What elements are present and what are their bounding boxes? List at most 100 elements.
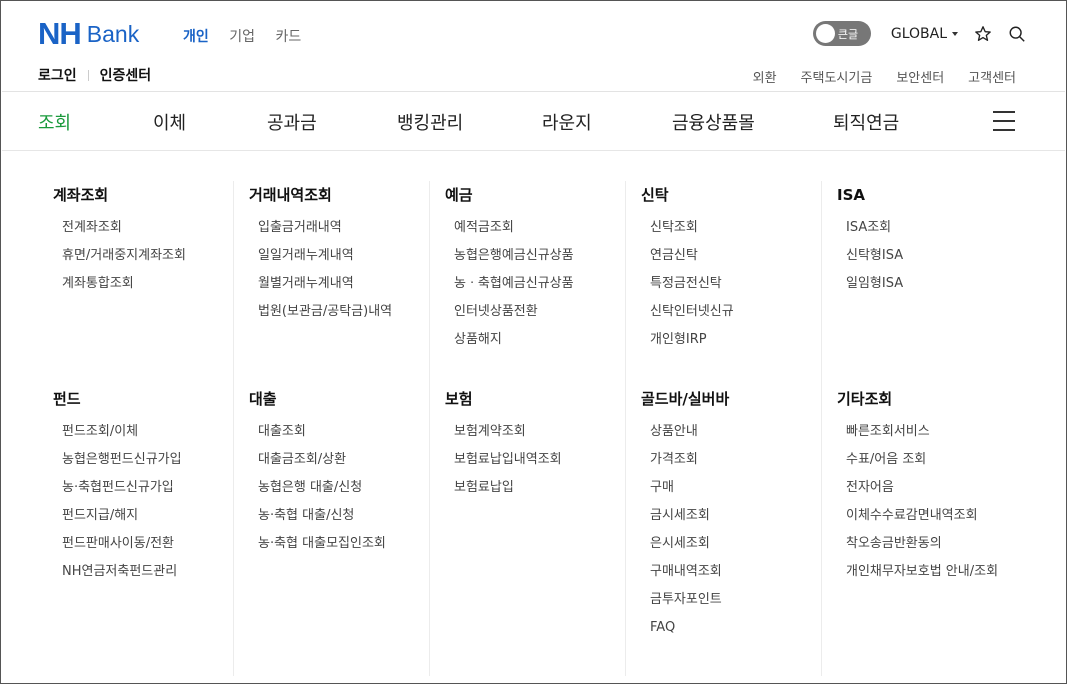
caret-down-icon: [952, 31, 958, 36]
nav-item-retirement-pension[interactable]: 퇴직연금: [833, 109, 899, 135]
menu-item[interactable]: 가격조회: [650, 446, 729, 474]
nav-item-transfer[interactable]: 이체: [153, 109, 186, 135]
menu-group: ISA ISA조회 신탁형ISA 일임형ISA: [837, 186, 903, 298]
large-text-toggle[interactable]: 큰글: [812, 21, 871, 46]
menu-item[interactable]: 계좌통합조회: [62, 270, 186, 298]
menu-item[interactable]: 전계좌조회: [62, 214, 186, 242]
nav-item-utility-bills[interactable]: 공과금: [267, 109, 317, 135]
menu-item[interactable]: 농ㆍ축협예금신규상품: [454, 270, 574, 298]
global-label: GLOBAL: [890, 25, 947, 42]
menu-item[interactable]: 이체수수료감면내역조회: [846, 502, 998, 530]
menu-group-title[interactable]: ISA: [837, 186, 903, 204]
menu-group: 대출대출조회 대출금조회/상환 농협은행 대출/신청 농·축협 대출/신청 농·축협 대…: [249, 390, 386, 558]
menu-list: ISA조회 신탁형ISA 일임형ISA: [846, 214, 903, 298]
menu-list: 예적금조회 농협은행예금신규상품 농ㆍ축협예금신규상품 인터넷상품전환 상품해지: [454, 214, 574, 354]
menu-item[interactable]: 구매내역조회: [650, 558, 729, 586]
menu-group: 기타조회빠른조회서비스 수표/어음 조회 전자어음 이체수수료감면내역조회 착오송금반환…: [837, 390, 998, 586]
nav-item-banking-management[interactable]: 뱅킹관리: [397, 109, 463, 135]
search-icon[interactable]: [1008, 25, 1026, 43]
menu-group: 신탁신탁조회 연금신탁 특정금전신탁 신탁인터넷신규 개인형IRP: [641, 186, 734, 354]
util-link-housing-fund[interactable]: 주택도시기금: [801, 67, 873, 86]
menu-group-title[interactable]: 예금: [445, 186, 574, 204]
menu-list: 펀드조회/이체 농협은행펀드신규가입 농·축협펀드신규가입 펀드지급/해지 펀드판매사이…: [62, 418, 182, 586]
menu-item[interactable]: 농협은행펀드신규가입: [62, 446, 182, 474]
menu-group: 예금예적금조회 농협은행예금신규상품 농ㆍ축협예금신규상품 인터넷상품전환 상품해지: [445, 186, 574, 354]
menu-item[interactable]: 보험료납입: [454, 474, 562, 502]
menu-item[interactable]: 개인채무자보호법 안내/조회: [846, 558, 998, 586]
nav-item-lounge[interactable]: 라운지: [542, 109, 592, 135]
menu-item[interactable]: 대출조회: [258, 418, 386, 446]
menu-item[interactable]: 일임형ISA: [846, 270, 903, 298]
menu-item[interactable]: 신탁인터넷신규: [650, 298, 734, 326]
menu-item[interactable]: FAQ: [650, 614, 729, 642]
menu-item[interactable]: 상품해지: [454, 326, 574, 354]
global-dropdown[interactable]: GLOBAL: [891, 26, 958, 42]
menu-item[interactable]: 연금신탁: [650, 242, 734, 270]
hamburger-icon[interactable]: [993, 111, 1015, 131]
nh-bank-logo[interactable]: NH Bank: [38, 18, 140, 49]
menu-group: 계좌조회전계좌조회 휴면/거래중지계좌조회 계좌통합조회: [53, 186, 186, 298]
nav-item-inquiry[interactable]: 조회: [38, 109, 71, 135]
menu-list: 입출금거래내역 일일거래누계내역 월별거래누계내역 법원(보관금/공탁금)내역: [258, 214, 392, 326]
logo-bank: Bank: [86, 21, 140, 47]
menu-group-title[interactable]: 거래내역조회: [249, 186, 392, 204]
menu-item[interactable]: 농·축협 대출/신청: [258, 502, 386, 530]
segment-tab-business[interactable]: 기업: [229, 29, 255, 45]
menu-item[interactable]: 일일거래누계내역: [258, 242, 392, 270]
menu-item[interactable]: 착오송금반환동의: [846, 530, 998, 558]
divider: [2, 150, 1065, 151]
menu-item[interactable]: NH연금저축펀드관리: [62, 558, 182, 586]
menu-group-title[interactable]: 기타조회: [837, 390, 998, 408]
star-icon[interactable]: [974, 25, 992, 43]
menu-group-title[interactable]: 골드바/실버바: [641, 390, 729, 408]
menu-group-title[interactable]: 대출: [249, 390, 386, 408]
menu-group-title[interactable]: 신탁: [641, 186, 734, 204]
menu-item[interactable]: 인터넷상품전환: [454, 298, 574, 326]
divider: [87, 69, 89, 81]
menu-item[interactable]: 전자어음: [846, 474, 998, 502]
menu-group: 골드바/실버바상품안내 가격조회 구매 금시세조회 은시세조회 구매내역조회 금투자포인트 F…: [641, 390, 729, 642]
menu-item[interactable]: 보험계약조회: [454, 418, 562, 446]
menu-item[interactable]: 예적금조회: [454, 214, 574, 242]
menu-group-title[interactable]: 계좌조회: [53, 186, 186, 204]
menu-item[interactable]: ISA조회: [846, 214, 903, 242]
cert-center-link[interactable]: 인증센터: [100, 65, 152, 85]
menu-item[interactable]: 특정금전신탁: [650, 270, 734, 298]
menu-item[interactable]: 금시세조회: [650, 502, 729, 530]
menu-item[interactable]: 휴면/거래중지계좌조회: [62, 242, 186, 270]
util-link-customer-center[interactable]: 고객센터: [968, 67, 1016, 86]
menu-item[interactable]: 펀드조회/이체: [62, 418, 182, 446]
menu-item[interactable]: 입출금거래내역: [258, 214, 392, 242]
nav-item-product-mall[interactable]: 금융상품몰: [672, 109, 755, 135]
page-frame: NH Bank 개인 기업 카드 큰글 GLOBAL 로그인 인증센터 외환 주…: [0, 0, 1067, 684]
menu-item[interactable]: 농·축협펀드신규가입: [62, 474, 182, 502]
menu-item[interactable]: 펀드지급/해지: [62, 502, 182, 530]
menu-item[interactable]: 월별거래누계내역: [258, 270, 392, 298]
menu-item[interactable]: 은시세조회: [650, 530, 729, 558]
util-link-forex[interactable]: 외환: [753, 67, 777, 86]
menu-item[interactable]: 금투자포인트: [650, 586, 729, 614]
menu-item[interactable]: 농협은행예금신규상품: [454, 242, 574, 270]
toggle-knob: [815, 24, 835, 43]
menu-item[interactable]: 법원(보관금/공탁금)내역: [258, 298, 392, 326]
menu-item[interactable]: 빠른조회서비스: [846, 418, 998, 446]
segment-tab-personal[interactable]: 개인: [183, 29, 209, 45]
util-link-security-center[interactable]: 보안센터: [896, 67, 944, 86]
menu-item[interactable]: 농협은행 대출/신청: [258, 474, 386, 502]
menu-item[interactable]: 농·축협 대출모집인조회: [258, 530, 386, 558]
segment-tab-card[interactable]: 카드: [275, 29, 301, 45]
menu-item[interactable]: 대출금조회/상환: [258, 446, 386, 474]
menu-item[interactable]: 펀드판매사이동/전환: [62, 530, 182, 558]
menu-item[interactable]: 개인형IRP: [650, 326, 734, 354]
login-link[interactable]: 로그인: [38, 65, 77, 85]
menu-item[interactable]: 보험료납입내역조회: [454, 446, 562, 474]
menu-group-title[interactable]: 펀드: [53, 390, 182, 408]
menu-list: 전계좌조회 휴면/거래중지계좌조회 계좌통합조회: [62, 214, 186, 298]
menu-group-title[interactable]: 보험: [445, 390, 562, 408]
menu-item[interactable]: 상품안내: [650, 418, 729, 446]
menu-item[interactable]: 신탁조회: [650, 214, 734, 242]
menu-item[interactable]: 구매: [650, 474, 729, 502]
menu-item[interactable]: 신탁형ISA: [846, 242, 903, 270]
menu-list: 대출조회 대출금조회/상환 농협은행 대출/신청 농·축협 대출/신청 농·축협 대출모…: [258, 418, 386, 558]
menu-item[interactable]: 수표/어음 조회: [846, 446, 998, 474]
